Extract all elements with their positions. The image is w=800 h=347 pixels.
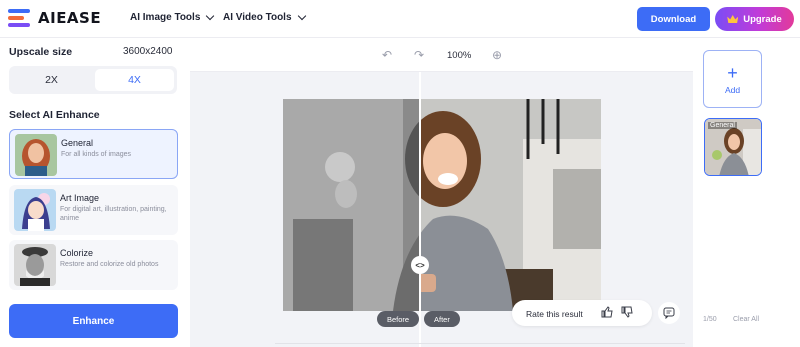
plus-icon: + <box>727 62 738 83</box>
scale-option-2x[interactable]: 2X <box>12 69 91 91</box>
before-label[interactable]: Before <box>377 311 420 327</box>
nav-label: AI Video Tools <box>223 12 292 23</box>
brand-logo[interactable]: AIEASE <box>8 9 101 27</box>
comparison-image[interactable] <box>283 99 601 311</box>
download-button[interactable]: Download <box>637 7 710 31</box>
nav-label: AI Image Tools <box>130 12 201 23</box>
clear-all-link[interactable]: Clear All <box>733 316 759 323</box>
upgrade-button[interactable]: Upgrade <box>715 7 794 31</box>
bottom-divider <box>275 343 685 347</box>
nav-ai-image-tools[interactable]: AI Image Tools <box>130 11 215 23</box>
card-description: For digital art, illustration, painting,… <box>60 206 167 222</box>
logo-icon <box>8 9 32 27</box>
brand-name: AIEASE <box>38 9 102 27</box>
card-title: Colorize <box>60 248 94 258</box>
canvas-toolbar: ↶ ↷ 100% ⊕ <box>190 38 693 72</box>
add-image-button[interactable]: + Add <box>703 50 762 108</box>
preview-canvas: ↶ ↷ 100% ⊕ <> Before After Rate this res… <box>190 38 693 347</box>
crown-icon <box>727 15 738 23</box>
redo-icon[interactable]: ↷ <box>414 48 424 62</box>
locate-icon[interactable]: ⊕ <box>492 48 502 62</box>
undo-icon[interactable]: ↶ <box>382 48 392 62</box>
enhance-card-art-image[interactable]: Art Image For digital art, illustration,… <box>9 185 178 235</box>
history-thumbnail[interactable]: General <box>704 118 762 176</box>
after-label[interactable]: After <box>424 311 460 327</box>
rating-label: Rate this result <box>526 309 583 319</box>
zoom-level[interactable]: 100% <box>447 50 471 61</box>
chevron-down-icon <box>206 11 215 21</box>
compare-handle-icon[interactable]: <> <box>411 256 429 274</box>
scale-option-4x[interactable]: 4X <box>95 69 174 91</box>
art-image-thumbnail <box>14 189 56 231</box>
history-panel: + Add General 1/50 Clear All <box>693 38 800 347</box>
upscale-size-title: Upscale size <box>9 46 73 58</box>
chevron-down-icon <box>297 11 306 21</box>
upgrade-label: Upgrade <box>743 13 782 25</box>
card-description: For all kinds of images <box>61 151 132 158</box>
thumbs-down-icon[interactable] <box>621 306 633 321</box>
rating-box: Rate this result <box>512 300 652 326</box>
history-count: 1/50 <box>703 316 717 323</box>
enhance-card-colorize[interactable]: Colorize Restore and colorize old photos <box>9 240 178 290</box>
nav-ai-video-tools[interactable]: AI Video Tools <box>223 11 306 23</box>
colorize-thumbnail <box>14 244 56 286</box>
add-label: Add <box>724 84 741 95</box>
enhance-section-title: Select AI Enhance <box>9 109 100 121</box>
card-title: General <box>61 138 94 148</box>
enhance-card-general[interactable]: General For all kinds of images <box>9 129 178 179</box>
settings-panel: Upscale size 3600x2400 2X 4X Select AI E… <box>0 38 188 347</box>
card-description: Restore and colorize old photos <box>60 261 159 268</box>
history-thumbnail-label: General <box>708 122 737 129</box>
scale-toggle: 2X 4X <box>9 66 177 94</box>
compare-divider[interactable] <box>419 72 421 347</box>
top-header: AIEASE AI Image Tools AI Video Tools Dow… <box>0 0 800 38</box>
card-title: Art Image <box>60 193 100 203</box>
upscale-size-value: 3600x2400 <box>123 46 173 57</box>
general-thumbnail <box>15 134 57 176</box>
feedback-chat-icon[interactable] <box>658 302 680 324</box>
enhance-button[interactable]: Enhance <box>9 304 178 338</box>
thumbs-up-icon[interactable] <box>601 306 613 321</box>
